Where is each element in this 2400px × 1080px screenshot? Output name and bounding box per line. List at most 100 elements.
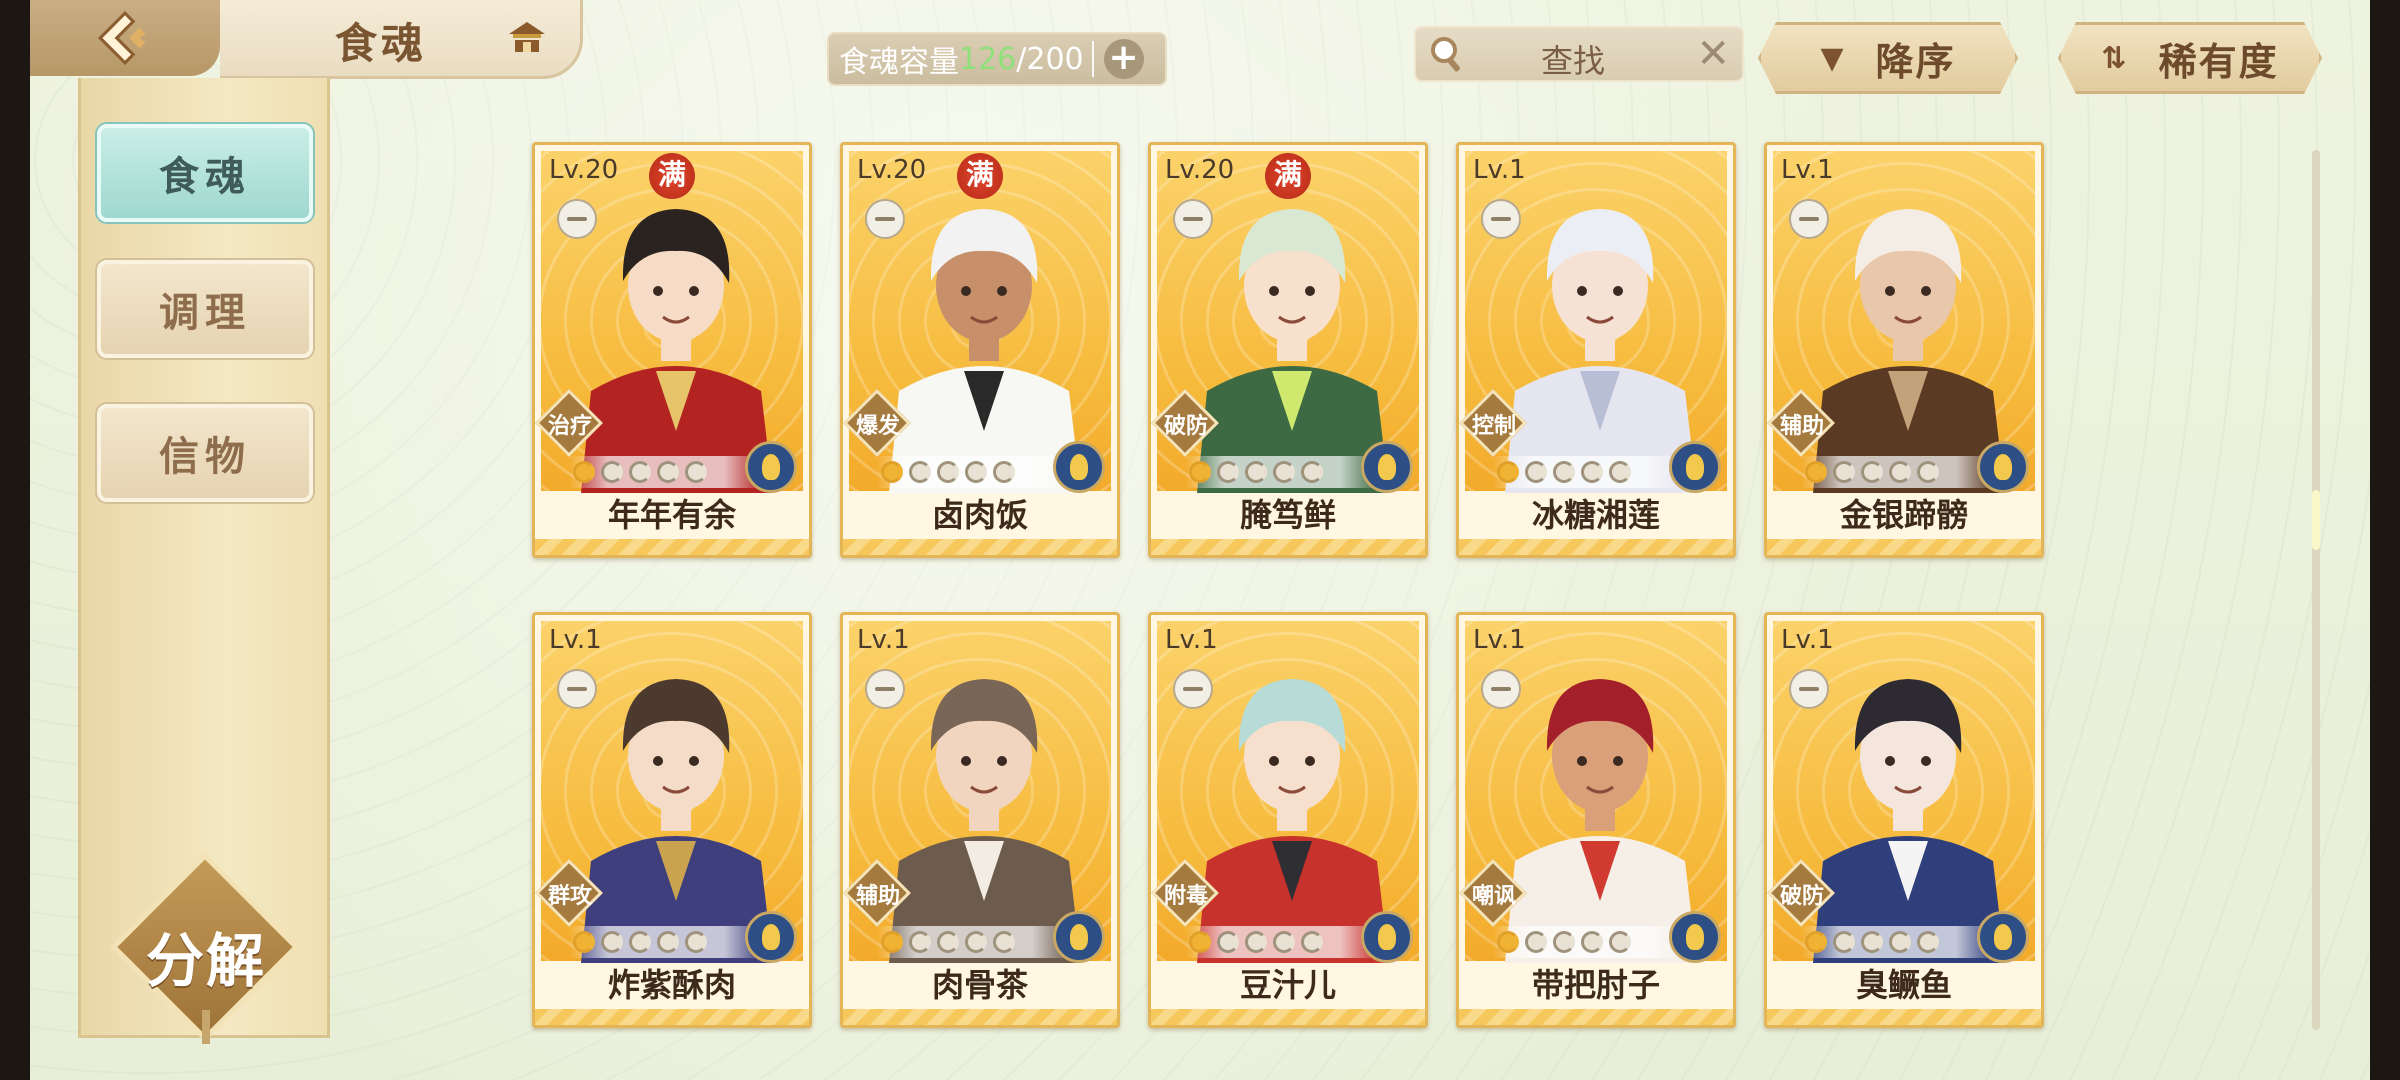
food-soul-card[interactable]: Lv.1 附毒 豆汁儿 (1148, 612, 1428, 1028)
card-name: 腌笃鲜 (1239, 496, 1336, 534)
card-footer (1151, 1009, 1425, 1025)
role-badge: 破防 (1151, 389, 1221, 459)
star-icon (1917, 461, 1939, 483)
star-icon (1497, 461, 1519, 483)
card-art: Lv.1 控制 (1459, 151, 1727, 493)
food-soul-card[interactable]: Lv.1 控制 冰糖湘莲 (1456, 142, 1736, 558)
sort-swap-icon: ⇅ (2101, 40, 2129, 76)
star-rating (1493, 456, 1687, 488)
capacity-total: /200 (1016, 41, 1084, 77)
food-soul-card[interactable]: Lv.20 满 爆发 卤肉饭 (840, 142, 1120, 558)
star-icon (1609, 461, 1631, 483)
sort-rarity-button[interactable]: ⇅ 稀有度 (2058, 22, 2322, 94)
star-icon (1861, 931, 1883, 953)
decompose-button[interactable]: 分解 (110, 852, 300, 1044)
decompose-label: 分解 (145, 927, 266, 995)
star-icon (1805, 461, 1827, 483)
role-label: 爆发 (855, 414, 900, 439)
food-soul-card[interactable]: Lv.20 满 破防 腌笃鲜 (1148, 142, 1428, 558)
star-icon (1917, 931, 1939, 953)
card-footer (1767, 1009, 2041, 1025)
element-emblem-icon (1361, 911, 1413, 963)
house-icon[interactable] (505, 16, 549, 60)
star-icon (1805, 931, 1827, 953)
title-plate: 食魂 (220, 0, 583, 79)
element-emblem-icon (1053, 911, 1105, 963)
star-rating (877, 456, 1071, 488)
card-name: 带把肘子 (1531, 966, 1660, 1004)
star-icon (573, 461, 595, 483)
food-soul-card[interactable]: Lv.1 辅助 金银蹄髈 (1764, 142, 2044, 558)
star-icon (657, 461, 679, 483)
role-label: 群攻 (547, 884, 592, 909)
search-icon (1431, 37, 1460, 72)
level-label: Lv.1 (1781, 155, 1834, 185)
star-icon (1217, 931, 1239, 953)
star-rating (1493, 926, 1687, 958)
food-soul-card[interactable]: Lv.20 满 治疗 年年有余 (532, 142, 812, 558)
star-icon (1273, 461, 1295, 483)
level-label: Lv.1 (549, 625, 602, 655)
role-badge: 附毒 (1151, 859, 1221, 929)
food-soul-card[interactable]: Lv.1 群攻 炸紫酥肉 (532, 612, 812, 1028)
level-label: Lv.1 (1473, 155, 1526, 185)
star-icon (1525, 931, 1547, 953)
star-rating (569, 926, 763, 958)
role-badge: 辅助 (1767, 389, 1837, 459)
close-icon[interactable]: ✕ (1696, 32, 1730, 76)
level-label: Lv.1 (1473, 625, 1526, 655)
card-footer (1459, 1009, 1733, 1025)
star-icon (937, 461, 959, 483)
star-icon (909, 461, 931, 483)
star-rating (1185, 456, 1379, 488)
element-emblem-icon (1669, 441, 1721, 493)
sidebar-item-xinwu[interactable]: 信物 (97, 404, 313, 502)
element-emblem-icon (745, 441, 797, 493)
star-icon (1497, 931, 1519, 953)
element-emblem-icon (1977, 911, 2029, 963)
scroll-thumb[interactable] (2312, 490, 2320, 550)
role-badge: 治疗 (535, 389, 605, 459)
chat-bubble-icon (1789, 199, 1829, 239)
scrollbar[interactable] (2312, 150, 2320, 1030)
element-emblem-icon (1977, 441, 2029, 493)
level-label: Lv.20 (549, 155, 619, 185)
card-name: 豆汁儿 (1239, 966, 1336, 1004)
maxed-badge: 满 (1265, 153, 1311, 199)
maxed-badge: 满 (957, 153, 1003, 199)
star-icon (629, 461, 651, 483)
food-soul-card[interactable]: Lv.1 破防 臭鳜鱼 (1764, 612, 2044, 1028)
element-emblem-icon (1361, 441, 1413, 493)
card-art: Lv.20 满 爆发 (843, 151, 1111, 493)
sort-order-button[interactable]: ▼ 降序 (1758, 22, 2018, 94)
star-icon (881, 461, 903, 483)
chat-bubble-icon (1789, 669, 1829, 709)
card-footer (535, 1009, 809, 1025)
card-footer (843, 1009, 1117, 1025)
card-name: 炸紫酥肉 (607, 966, 736, 1004)
role-badge: 嘲讽 (1459, 859, 1529, 929)
card-art: Lv.1 嘲讽 (1459, 621, 1727, 963)
star-icon (1833, 461, 1855, 483)
card-footer (843, 539, 1117, 555)
tassel (202, 1010, 210, 1044)
star-icon (1301, 931, 1323, 953)
card-footer (1767, 539, 2041, 555)
plus-icon[interactable]: + (1103, 39, 1144, 79)
level-label: Lv.20 (1165, 155, 1235, 185)
star-rating (1801, 926, 1995, 958)
search-field[interactable]: 查找 ✕ (1414, 26, 1744, 82)
food-soul-card[interactable]: Lv.1 辅助 肉骨茶 (840, 612, 1120, 1028)
sidebar-item-shihun[interactable]: 食魂 (97, 124, 313, 222)
chat-bubble-icon (557, 669, 597, 709)
star-rating (1185, 926, 1379, 958)
role-badge: 辅助 (843, 859, 913, 929)
level-label: Lv.1 (1781, 625, 1834, 655)
sidebar-item-tiaoli[interactable]: 调理 (97, 260, 313, 358)
card-name: 金银蹄髈 (1839, 496, 1968, 534)
back-button[interactable] (30, 0, 220, 76)
role-label: 辅助 (855, 884, 900, 909)
star-icon (601, 461, 623, 483)
star-icon (1889, 931, 1911, 953)
food-soul-card[interactable]: Lv.1 嘲讽 带把肘子 (1456, 612, 1736, 1028)
